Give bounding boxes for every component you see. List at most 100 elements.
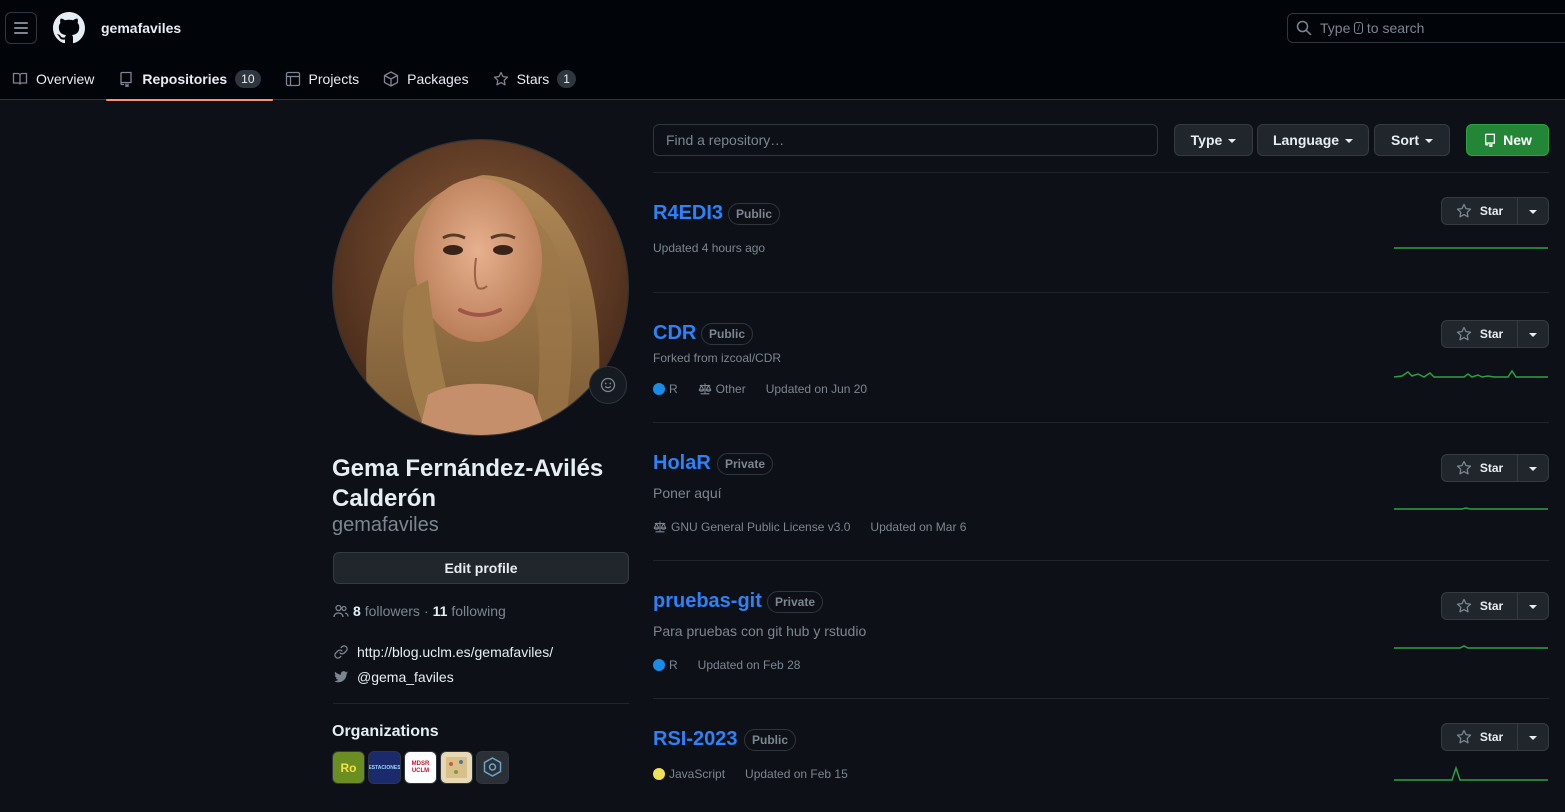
repo-divider — [653, 422, 1549, 423]
language-filter-button[interactable]: Language — [1257, 124, 1369, 156]
star-button-group: Star — [1441, 197, 1549, 225]
repo-name-link[interactable]: CDR — [653, 322, 696, 345]
star-icon — [1456, 729, 1471, 744]
link-icon — [334, 645, 348, 659]
tab-label: Overview — [36, 71, 95, 87]
menu-icon-bar — [14, 32, 28, 34]
law-icon — [698, 383, 712, 395]
law-icon — [653, 521, 667, 533]
menu-button[interactable] — [5, 12, 37, 44]
followers-link[interactable]: 8 followers — [353, 603, 420, 619]
tab-projects[interactable]: Projects — [273, 58, 372, 100]
repo-divider — [653, 560, 1549, 561]
star-button-group: Star — [1441, 454, 1549, 482]
following-label: following — [451, 603, 506, 619]
star-button[interactable]: Star — [1442, 455, 1518, 481]
repo-meta: R Other Updated on Jun 20 — [653, 382, 887, 396]
tab-packages[interactable]: Packages — [371, 58, 480, 100]
tab-stars[interactable]: Stars 1 — [481, 58, 588, 100]
visibility-badge: Private — [767, 591, 824, 613]
updated-time: Updated on Feb 15 — [745, 767, 848, 781]
repo-name-link[interactable]: HolaR — [653, 452, 711, 475]
license-item: GNU General Public License v3.0 — [653, 520, 850, 534]
language-color-dot — [653, 659, 665, 671]
updated-time: Updated on Mar 6 — [870, 520, 967, 534]
tab-repositories[interactable]: Repositories 10 — [106, 58, 273, 101]
github-logo-icon[interactable] — [53, 12, 85, 44]
updated-time: Updated 4 hours ago — [653, 241, 766, 255]
search-input[interactable]: Type / to search — [1287, 13, 1565, 43]
chevron-down-icon — [1529, 467, 1537, 471]
find-repository-input[interactable]: Find a repository… — [653, 124, 1158, 156]
star-list-dropdown[interactable] — [1518, 455, 1548, 481]
language-name: R — [669, 658, 678, 672]
profile-login: gemafaviles — [332, 514, 439, 536]
star-button[interactable]: Star — [1442, 321, 1518, 347]
chevron-down-icon — [1228, 139, 1237, 143]
avatar-image — [333, 140, 628, 435]
type-filter-button[interactable]: Type — [1174, 124, 1253, 156]
twitter-icon — [334, 671, 348, 683]
star-list-dropdown[interactable] — [1518, 198, 1548, 224]
smiley-icon — [600, 377, 616, 393]
following-link[interactable]: 11 following — [433, 603, 506, 619]
activity-sparkline — [1394, 507, 1548, 510]
book-icon — [12, 72, 28, 85]
set-status-button[interactable] — [589, 366, 627, 404]
star-icon — [1456, 203, 1471, 218]
follow-separator: · — [423, 603, 429, 619]
tab-overview[interactable]: Overview — [0, 58, 106, 100]
tab-label: Projects — [308, 71, 360, 87]
website-link[interactable]: http://blog.uclm.es/gemafaviles/ — [357, 644, 553, 660]
follow-stats: 8 followers · 11 following — [333, 603, 506, 619]
star-list-dropdown[interactable] — [1518, 321, 1548, 347]
star-list-dropdown[interactable] — [1518, 593, 1548, 619]
header-username[interactable]: gemafaviles — [101, 20, 181, 36]
star-button-group: Star — [1441, 592, 1549, 620]
activity-sparkline — [1394, 765, 1548, 781]
star-button[interactable]: Star — [1442, 198, 1518, 224]
new-repository-label: New — [1503, 132, 1532, 148]
star-icon — [493, 71, 508, 86]
repo-description: Para pruebas con git hub y rstudio — [653, 623, 867, 639]
search-prefix: Type — [1320, 20, 1351, 36]
star-label: Star — [1479, 599, 1504, 613]
star-button[interactable]: Star — [1442, 724, 1518, 750]
sort-filter-button[interactable]: Sort — [1374, 124, 1450, 156]
organizations-list: Ro ESTACIONES MDSR UCLM — [332, 751, 509, 784]
updated-time: Updated on Jun 20 — [765, 382, 868, 396]
activity-sparkline — [1394, 247, 1548, 249]
repo-name-link[interactable]: R4EDI3 — [653, 202, 723, 225]
star-button[interactable]: Star — [1442, 593, 1518, 619]
twitter-link[interactable]: @gema_faviles — [357, 669, 454, 685]
global-header: gemafaviles Type / to search Overview Re… — [0, 0, 1565, 101]
license-item: Other — [698, 382, 746, 396]
org-avatar[interactable]: Ro — [332, 751, 365, 784]
new-repository-button[interactable]: New — [1466, 124, 1549, 156]
star-icon — [1456, 326, 1471, 341]
repo-name-link[interactable]: pruebas-git — [653, 590, 762, 613]
language-item: JavaScript — [653, 767, 725, 781]
org-avatar[interactable]: MDSR UCLM — [404, 751, 437, 784]
followers-label: followers — [364, 603, 420, 619]
language-item: R — [653, 658, 678, 672]
license-name: GNU General Public License v3.0 — [671, 520, 851, 534]
tab-label: Repositories — [142, 71, 228, 87]
star-label: Star — [1479, 204, 1504, 218]
search-suffix: to search — [1366, 20, 1425, 36]
org-logo-icon — [446, 757, 467, 778]
org-avatar[interactable]: ESTACIONES — [368, 751, 401, 784]
repo-name-link[interactable]: RSI-2023 — [653, 728, 738, 751]
language-color-dot — [653, 768, 665, 780]
repo-meta: R Updated on Feb 28 — [653, 658, 820, 672]
star-list-dropdown[interactable] — [1518, 724, 1548, 750]
chevron-down-icon — [1425, 139, 1433, 143]
avatar[interactable] — [332, 139, 629, 436]
org-avatar[interactable] — [440, 751, 473, 784]
edit-profile-button[interactable]: Edit profile — [333, 552, 629, 584]
tab-label: Packages — [407, 71, 469, 87]
search-icon — [1296, 20, 1312, 36]
org-avatar[interactable] — [476, 751, 509, 784]
repo-divider — [653, 698, 1549, 699]
activity-sparkline — [1394, 645, 1548, 649]
